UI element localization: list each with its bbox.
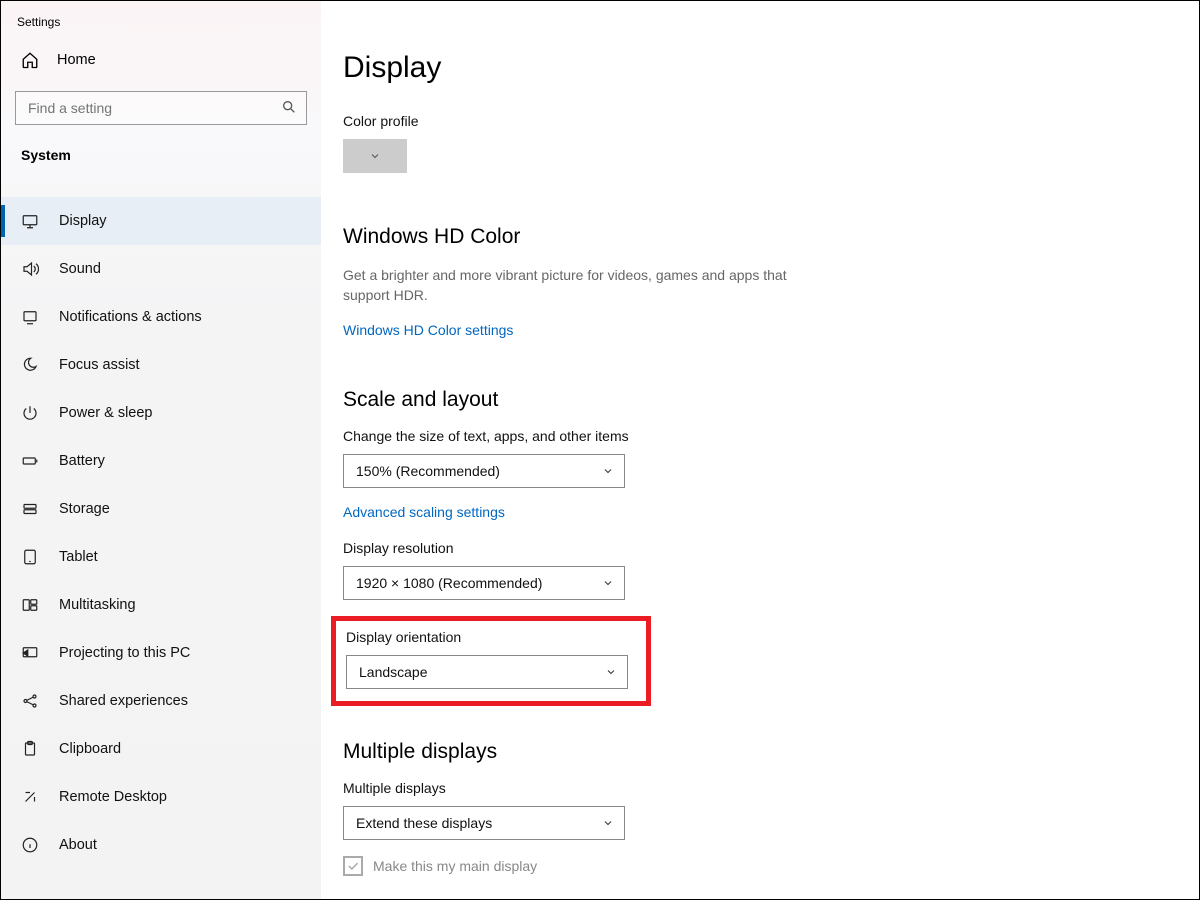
hd-color-desc: Get a brighter and more vibrant picture …	[343, 265, 803, 306]
sidebar-item-tablet[interactable]: Tablet	[1, 533, 321, 581]
multiple-title: Multiple displays	[343, 740, 1139, 764]
home-label: Home	[57, 52, 96, 68]
sidebar-item-label: Focus assist	[59, 357, 140, 373]
orientation-highlight: Display orientation Landscape	[331, 616, 651, 706]
orientation-label: Display orientation	[346, 629, 636, 645]
sidebar-item-focus[interactable]: Focus assist	[1, 341, 321, 389]
orientation-value: Landscape	[359, 664, 428, 680]
search-input[interactable]	[15, 91, 307, 125]
shared-icon	[21, 692, 39, 710]
sidebar-item-label: Projecting to this PC	[59, 645, 190, 661]
sidebar-item-label: Remote Desktop	[59, 789, 167, 805]
notifications-icon	[21, 308, 39, 326]
main-display-label: Make this my main display	[373, 858, 537, 874]
tablet-icon	[21, 548, 39, 566]
sidebar-item-label: Clipboard	[59, 741, 121, 757]
sidebar-item-label: Sound	[59, 261, 101, 277]
sidebar-item-display[interactable]: Display	[1, 197, 321, 245]
sidebar-item-label: Notifications & actions	[59, 309, 202, 325]
chevron-down-icon	[602, 577, 614, 589]
sound-icon	[21, 260, 39, 278]
display-icon	[21, 212, 39, 230]
battery-icon	[21, 452, 39, 470]
main-display-checkbox[interactable]	[343, 856, 363, 876]
sidebar-item-label: Multitasking	[59, 597, 136, 613]
sidebar-item-multitasking[interactable]: Multitasking	[1, 581, 321, 629]
sidebar-item-storage[interactable]: Storage	[1, 485, 321, 533]
color-profile-dropdown[interactable]	[343, 139, 407, 173]
sidebar-item-label: Display	[59, 213, 107, 229]
sidebar-item-shared[interactable]: Shared experiences	[1, 677, 321, 725]
home-icon	[21, 51, 39, 69]
sidebar-section: System	[1, 133, 321, 175]
sidebar-item-label: Tablet	[59, 549, 98, 565]
hd-color-title: Windows HD Color	[343, 225, 1139, 249]
hd-color-link[interactable]: Windows HD Color settings	[343, 322, 513, 338]
resolution-label: Display resolution	[343, 540, 1139, 556]
page-title: Display	[343, 51, 1139, 85]
main-display-checkbox-row: Make this my main display	[343, 856, 1139, 876]
color-profile-label: Color profile	[343, 113, 1139, 129]
power-icon	[21, 404, 39, 422]
sidebar-item-notifications[interactable]: Notifications & actions	[1, 293, 321, 341]
sidebar-item-sound[interactable]: Sound	[1, 245, 321, 293]
advanced-scaling-link[interactable]: Advanced scaling settings	[343, 504, 505, 520]
sidebar-item-battery[interactable]: Battery	[1, 437, 321, 485]
sidebar-item-clipboard[interactable]: Clipboard	[1, 725, 321, 773]
window-title: Settings	[1, 9, 321, 39]
text-size-dropdown[interactable]: 150% (Recommended)	[343, 454, 625, 488]
main-content: Display Color profile Windows HD Color G…	[321, 1, 1199, 899]
text-size-label: Change the size of text, apps, and other…	[343, 428, 1139, 444]
sidebar-item-label: Shared experiences	[59, 693, 188, 709]
sidebar-item-projecting[interactable]: Projecting to this PC	[1, 629, 321, 677]
chevron-down-icon	[602, 817, 614, 829]
orientation-dropdown[interactable]: Landscape	[346, 655, 628, 689]
chevron-down-icon	[605, 666, 617, 678]
sidebar-item-label: Battery	[59, 453, 105, 469]
multiple-label: Multiple displays	[343, 780, 1139, 796]
chevron-down-icon	[602, 465, 614, 477]
focus-icon	[21, 356, 39, 374]
chevron-down-icon	[369, 150, 381, 162]
search-container	[15, 91, 307, 125]
resolution-dropdown[interactable]: 1920 × 1080 (Recommended)	[343, 566, 625, 600]
storage-icon	[21, 500, 39, 518]
remote-icon	[21, 788, 39, 806]
sidebar-item-label: Power & sleep	[59, 405, 153, 421]
home-nav[interactable]: Home	[1, 39, 321, 81]
sidebar-item-remote[interactable]: Remote Desktop	[1, 773, 321, 821]
search-icon	[281, 99, 297, 115]
sidebar: Settings Home System Display Sound Notific…	[1, 1, 321, 899]
resolution-value: 1920 × 1080 (Recommended)	[356, 575, 542, 591]
multitasking-icon	[21, 596, 39, 614]
sidebar-item-label: Storage	[59, 501, 110, 517]
nav-list: Display Sound Notifications & actions Focus…	[1, 197, 321, 869]
sidebar-item-about[interactable]: About	[1, 821, 321, 869]
multiple-dropdown[interactable]: Extend these displays	[343, 806, 625, 840]
check-icon	[346, 859, 360, 873]
sidebar-item-label: About	[59, 837, 97, 853]
projecting-icon	[21, 644, 39, 662]
about-icon	[21, 836, 39, 854]
scale-title: Scale and layout	[343, 388, 1139, 412]
sidebar-item-power[interactable]: Power & sleep	[1, 389, 321, 437]
clipboard-icon	[21, 740, 39, 758]
multiple-value: Extend these displays	[356, 815, 492, 831]
text-size-value: 150% (Recommended)	[356, 463, 500, 479]
